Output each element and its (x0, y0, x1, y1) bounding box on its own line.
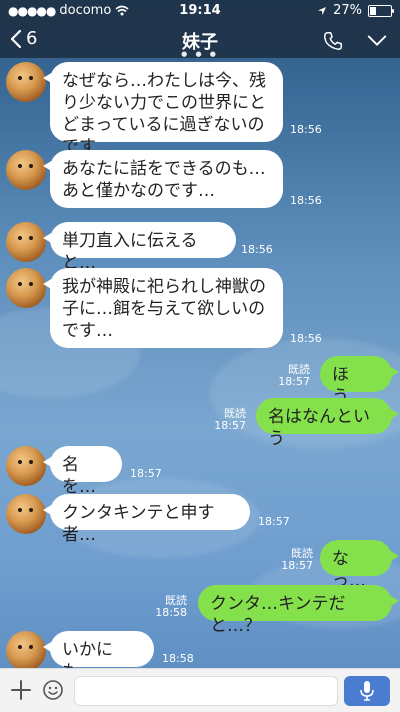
phone-icon[interactable] (322, 30, 344, 52)
message-bubble[interactable]: なっ… (320, 540, 399, 591)
chat-header: 6 妹子 ● ● ● (0, 22, 400, 58)
message-time: 18:57 (214, 419, 246, 432)
avatar (6, 150, 46, 190)
message-bubble[interactable]: クンタ…キンテだと…？ (198, 585, 399, 636)
message-bubble[interactable]: いかにも… (43, 631, 154, 682)
avatar (6, 494, 46, 534)
message-time: 18:56 (290, 123, 322, 136)
message-time: 18:58 (162, 652, 194, 665)
message-bubble[interactable]: なぜなら…わたしは今、残り少ない力でこの世界にとどまっているに過ぎないのです… (43, 62, 283, 157)
message-time: 18:57 (278, 375, 310, 388)
emoji-icon[interactable] (42, 679, 64, 701)
avatar (6, 62, 46, 102)
message-bubble[interactable]: クンタキンテと申す者… (43, 494, 250, 545)
message-bubble[interactable]: 名を… (43, 446, 122, 497)
microphone-icon (360, 681, 374, 701)
message-time: 18:57 (258, 515, 290, 528)
plus-icon[interactable] (10, 679, 32, 701)
message-bubble[interactable]: 単刀直入に伝えると… (43, 222, 236, 273)
message-bubble[interactable]: 名はなんという (256, 398, 399, 449)
message-time: 18:57 (130, 467, 162, 480)
avatar (6, 631, 46, 671)
message-time: 18:58 (155, 606, 187, 619)
message-bubble[interactable]: あなたに話をできるのも…あと僅かなのです… (43, 150, 283, 208)
message-time: 18:56 (241, 243, 273, 256)
message-input-bar (0, 668, 400, 712)
battery-percent: 27% (333, 3, 362, 18)
voice-button[interactable] (344, 676, 390, 706)
message-time: 18:57 (281, 559, 313, 572)
location-arrow-icon (318, 6, 327, 15)
status-bar: ●●●●● docomo 19:14 27% (0, 0, 400, 22)
message-bubble[interactable]: ほう。 (320, 356, 399, 407)
avatar (6, 268, 46, 308)
message-bubble[interactable]: 我が神殿に祀られし神獣の子に…餌を与えて欲しいのです… (43, 268, 283, 348)
message-time: 18:56 (290, 332, 322, 345)
chevron-down-icon[interactable] (366, 30, 388, 52)
battery-icon (368, 4, 394, 17)
avatar (6, 222, 46, 262)
message-input[interactable] (74, 676, 338, 706)
avatar (6, 446, 46, 486)
message-time: 18:56 (290, 194, 322, 207)
